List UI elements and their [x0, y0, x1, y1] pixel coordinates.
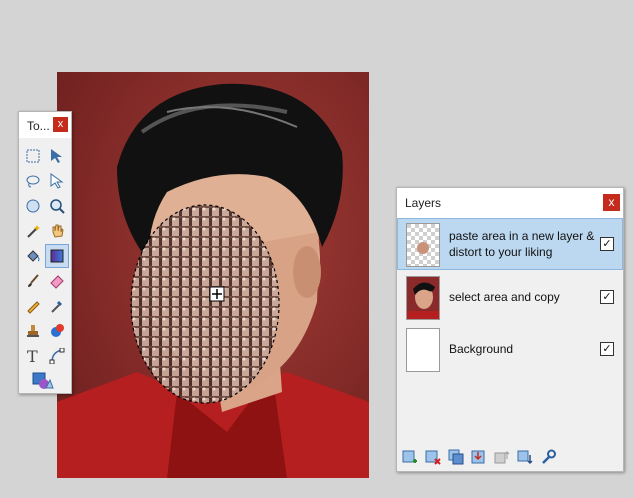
clone-stamp-icon[interactable]: [22, 320, 44, 342]
layer-thumbnail: [406, 276, 440, 320]
layer-row-3[interactable]: Background ✓: [398, 324, 622, 374]
layer-row-1[interactable]: paste area in a new layer & distort to y…: [397, 218, 623, 270]
layer-thumbnail: [406, 223, 440, 267]
layer-row-2[interactable]: select area and copy ✓: [398, 272, 622, 322]
text-icon[interactable]: T: [22, 345, 44, 367]
layer-name: paste area in a new layer & distort to y…: [449, 229, 595, 259]
layers-window: Layers x paste area in a new layer & dis…: [396, 187, 624, 472]
layer-properties-icon[interactable]: [538, 447, 558, 467]
image-canvas[interactable]: [57, 72, 369, 478]
move-selection-icon[interactable]: [46, 170, 68, 192]
layers-titlebar[interactable]: Layers x: [397, 188, 623, 218]
move-layer-down-icon[interactable]: [515, 447, 535, 467]
layer-visibility-checkbox[interactable]: ✓: [600, 290, 614, 304]
gradient-icon[interactable]: [45, 244, 69, 268]
ellipse-select-icon[interactable]: [22, 195, 44, 217]
layer-name: Background: [449, 342, 514, 356]
paint-bucket-icon[interactable]: [22, 245, 44, 267]
layer-visibility-checkbox[interactable]: ✓: [600, 237, 614, 251]
svg-text:T: T: [27, 348, 38, 364]
duplicate-layer-icon[interactable]: [446, 447, 466, 467]
magic-wand-icon[interactable]: [22, 220, 44, 242]
add-layer-icon[interactable]: [400, 447, 420, 467]
layers-toolbar: [397, 444, 623, 470]
merge-layer-down-icon[interactable]: [469, 447, 489, 467]
tools-window: To... x T: [18, 111, 72, 394]
line-curve-icon[interactable]: [46, 345, 68, 367]
eraser-icon[interactable]: [46, 270, 68, 292]
layer-name: select area and copy: [449, 290, 560, 304]
layers-title: Layers: [405, 196, 442, 210]
recolor-icon[interactable]: [46, 320, 68, 342]
shapes-icon[interactable]: [32, 370, 54, 392]
paintbrush-icon[interactable]: [22, 270, 44, 292]
tools-title: To...: [27, 119, 50, 133]
lasso-select-icon[interactable]: [22, 170, 44, 192]
layer-visibility-checkbox[interactable]: ✓: [600, 342, 614, 356]
zoom-icon[interactable]: [46, 195, 68, 217]
layers-close-button[interactable]: x: [603, 194, 620, 211]
photo: [57, 72, 369, 478]
move-selected-pixels-icon[interactable]: [46, 145, 68, 167]
tools-close-button[interactable]: x: [53, 117, 68, 132]
tools-titlebar[interactable]: To... x: [19, 112, 71, 138]
delete-layer-icon[interactable]: [423, 447, 443, 467]
rectangle-select-icon[interactable]: [22, 145, 44, 167]
pencil-icon[interactable]: [22, 295, 44, 317]
pan-icon[interactable]: [46, 220, 68, 242]
move-layer-up-icon[interactable]: [492, 447, 512, 467]
layer-thumbnail: [406, 328, 440, 372]
color-picker-icon[interactable]: [46, 295, 68, 317]
